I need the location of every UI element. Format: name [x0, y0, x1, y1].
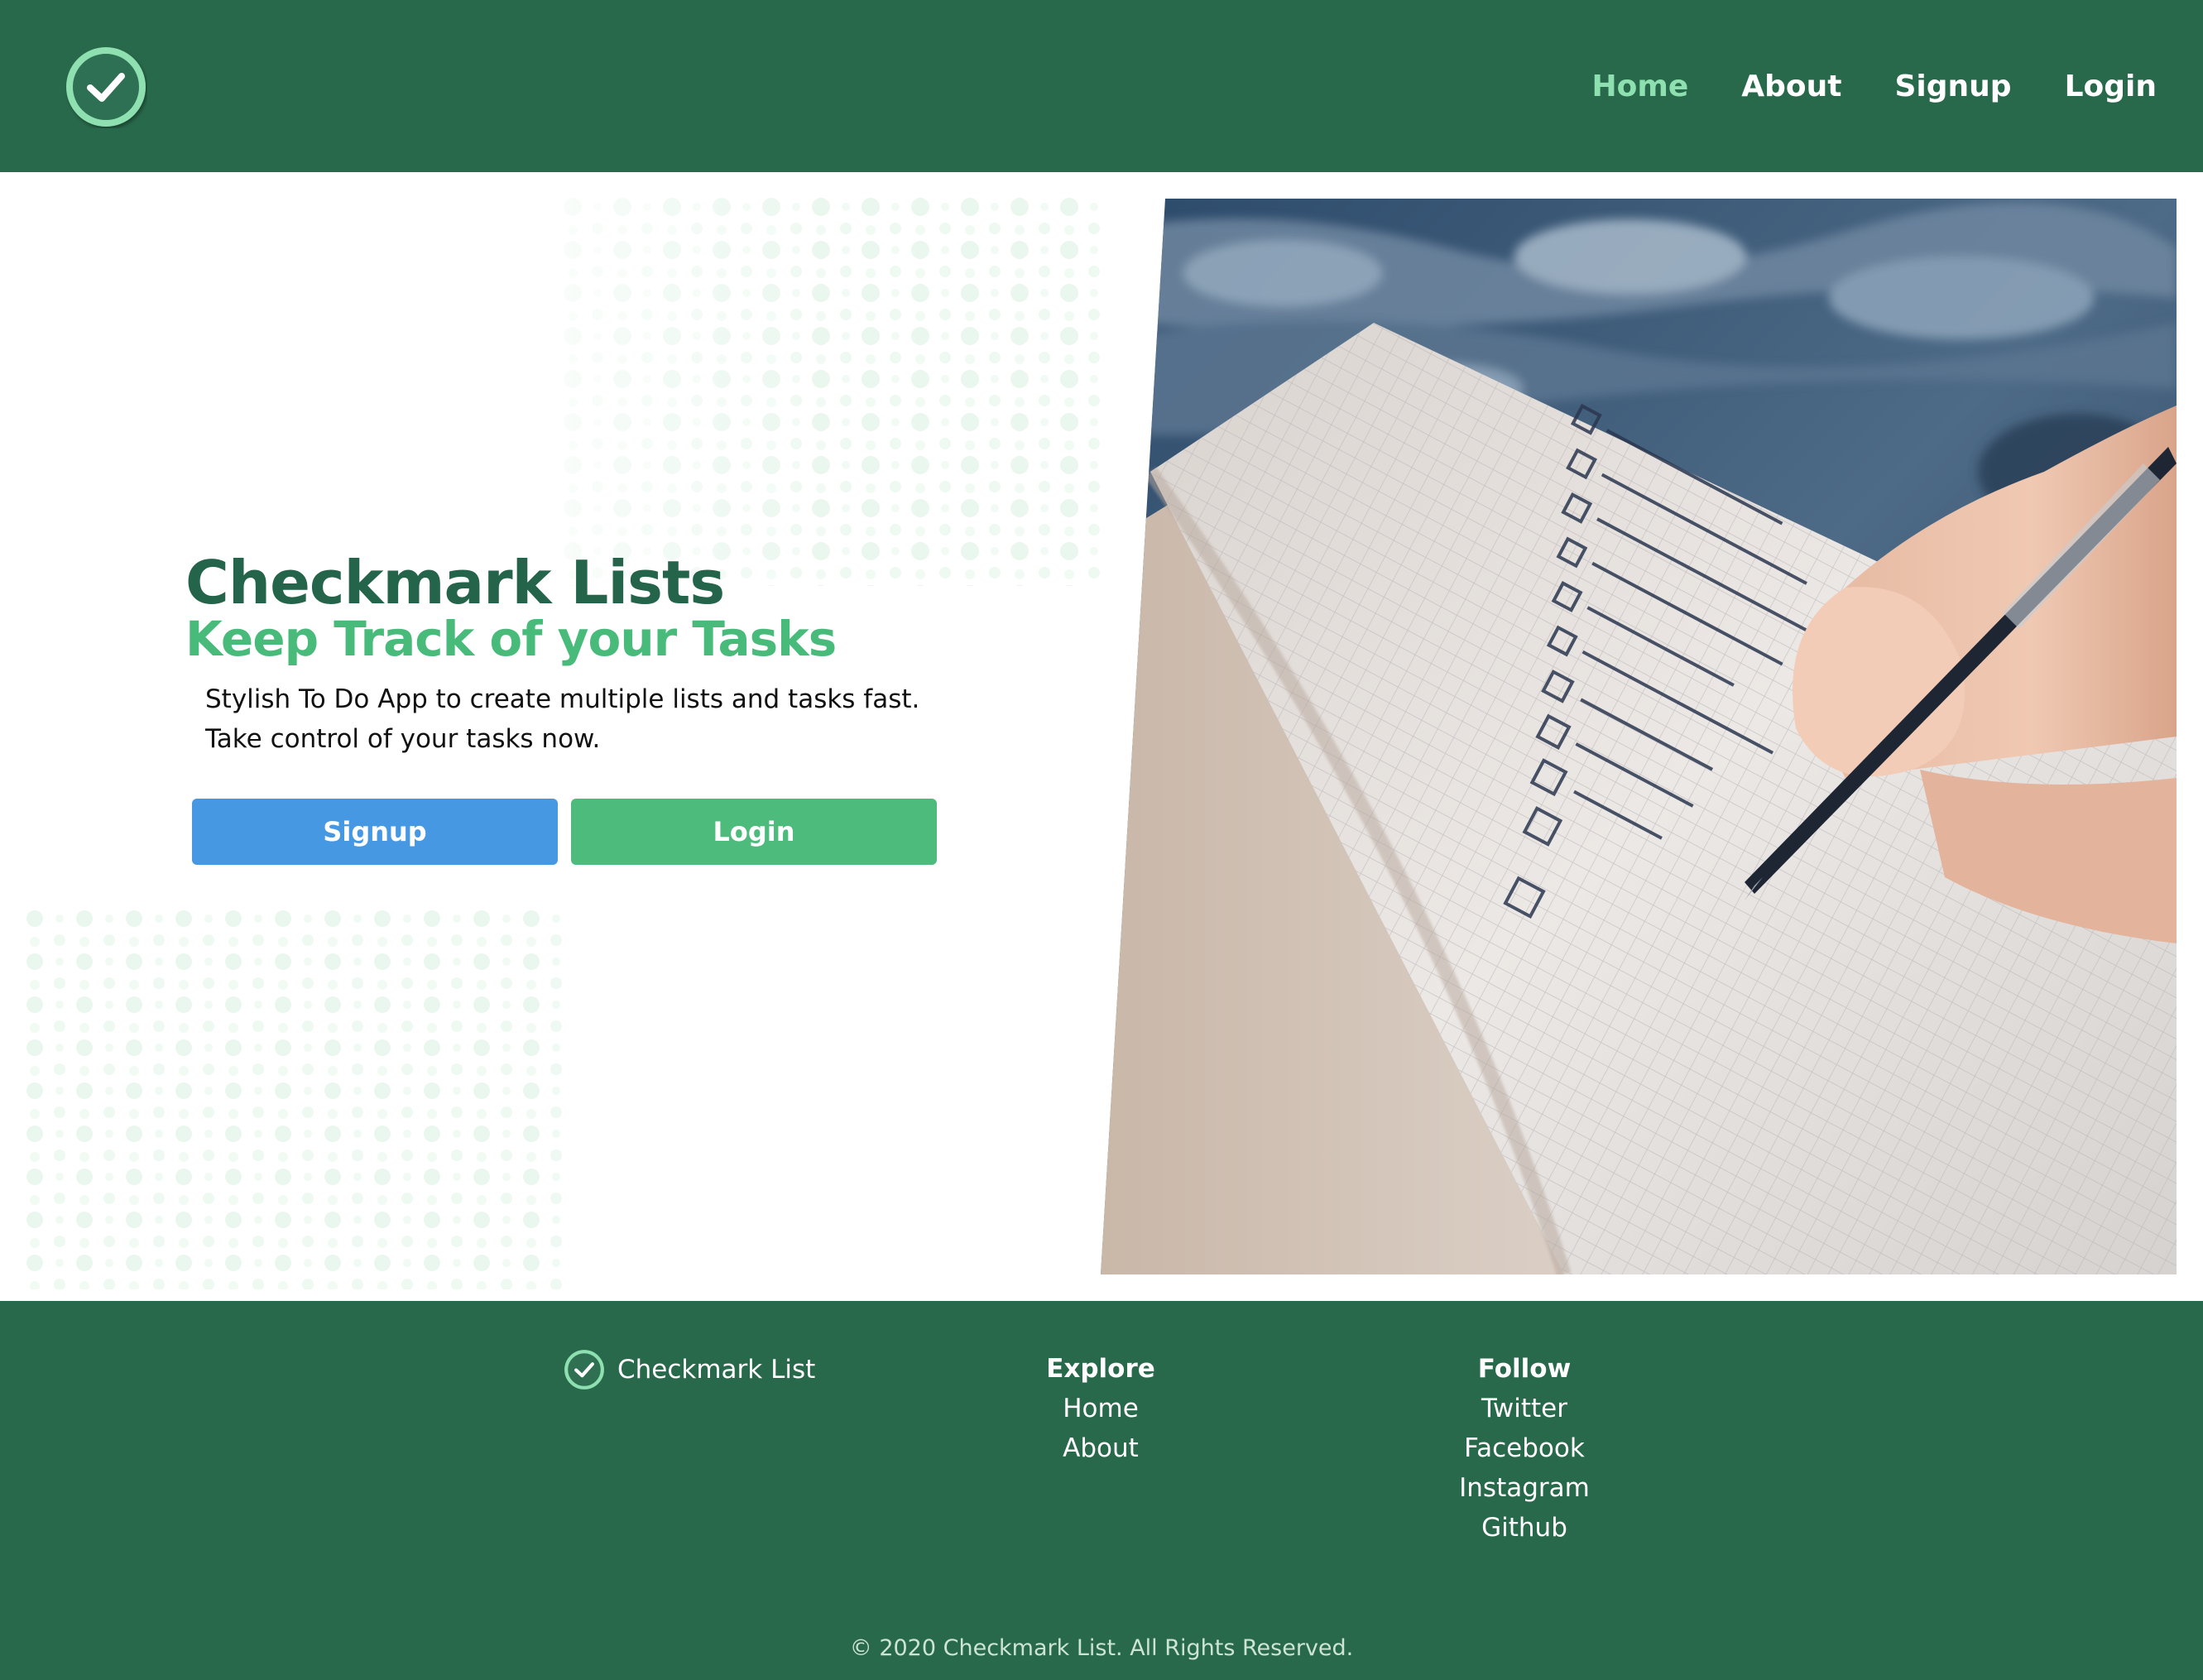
nav-login[interactable]: Login — [2065, 70, 2157, 103]
hero-title: Checkmark Lists — [185, 548, 725, 617]
footer: Checkmark List Explore Home About Follow… — [0, 1301, 2203, 1680]
dot-pattern-decoration — [25, 909, 571, 1289]
footer-link-facebook[interactable]: Facebook — [1384, 1428, 1665, 1468]
footer-brand[interactable]: Checkmark List — [563, 1348, 815, 1391]
footer-brand-name: Checkmark List — [617, 1355, 816, 1385]
notebook-checklist-photo — [1101, 199, 2177, 1274]
copyright-text: © 2020 Checkmark List. All Rights Reserv… — [849, 1635, 1354, 1661]
signup-button[interactable]: Signup — [192, 799, 558, 865]
top-navbar: Home About Signup Login — [0, 0, 2203, 172]
footer-follow-column: Follow Twitter Facebook Instagram Github — [1384, 1349, 1665, 1548]
nav-signup[interactable]: Signup — [1895, 70, 2012, 103]
footer-link-twitter[interactable]: Twitter — [1384, 1389, 1665, 1428]
login-button[interactable]: Login — [571, 799, 937, 865]
hero-subtitle: Keep Track of your Tasks — [185, 611, 837, 667]
dot-pattern-decoration — [563, 197, 1101, 586]
footer-follow-title: Follow — [1477, 1354, 1572, 1384]
footer-link-github[interactable]: Github — [1384, 1508, 1665, 1548]
footer-link-instagram[interactable]: Instagram — [1384, 1468, 1665, 1508]
nav-about[interactable]: About — [1741, 70, 1841, 103]
check-circle-icon[interactable] — [65, 46, 147, 128]
hero-description-line: Take control of your tasks now. — [205, 724, 601, 754]
hero-description-line: Stylish To Do App to create multiple lis… — [205, 684, 920, 714]
footer-explore-title: Explore — [1046, 1354, 1155, 1384]
main-nav: Home About Signup Login — [1539, 0, 2157, 172]
check-circle-icon — [564, 1350, 604, 1390]
hero-description: Stylish To Do App to create multiple lis… — [205, 679, 950, 759]
footer-link-about[interactable]: About — [960, 1428, 1241, 1468]
hero-section: Checkmark Lists Keep Track of your Tasks… — [0, 172, 2203, 1301]
nav-home[interactable]: Home — [1592, 70, 1689, 103]
footer-link-home[interactable]: Home — [960, 1389, 1241, 1428]
footer-explore-column: Explore Home About — [960, 1349, 1241, 1468]
